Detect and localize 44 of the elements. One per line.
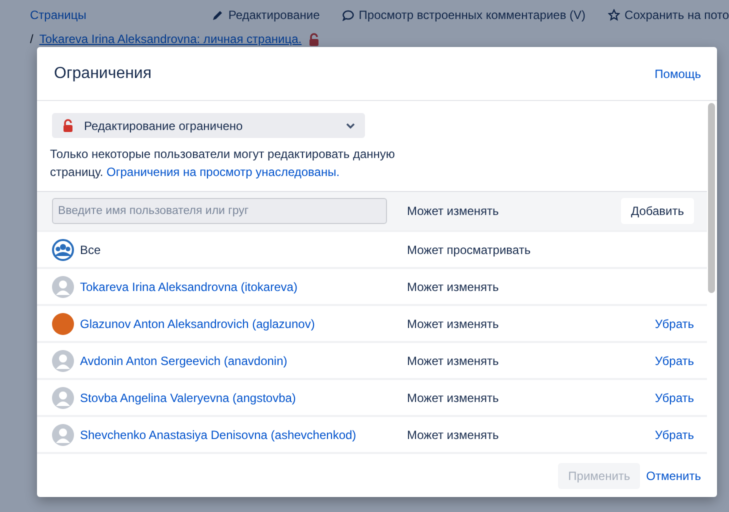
restriction-description: Только некоторые пользователи могут редактировать данную страницу. Ограничения на просмотр унаследованы. bbox=[50, 146, 396, 181]
permission-label[interactable]: Может изменять bbox=[407, 390, 655, 404]
user-avatar-icon bbox=[52, 386, 74, 408]
remove-link[interactable]: Убрать bbox=[654, 316, 694, 330]
user-name: Все bbox=[80, 242, 101, 256]
user-name[interactable]: Glazunov Anton Aleksandrovich (aglazunov) bbox=[80, 316, 315, 330]
breadcrumb-link[interactable]: Tokareva Irina Aleksandrovna: личная страница. bbox=[39, 32, 302, 46]
restriction-dropdown[interactable]: Редактирование ограничено bbox=[52, 113, 365, 138]
photo-placeholder bbox=[52, 312, 74, 334]
user-avatar-icon bbox=[52, 424, 74, 446]
toolbar-link[interactable]: Сохранить на пото bbox=[624, 8, 729, 22]
user-name[interactable]: Shevchenko Anastasiya Denisovna (ashevchenkod) bbox=[80, 428, 356, 442]
user-name[interactable]: Avdonin Anton Sergeevich (anavdonin) bbox=[80, 354, 288, 368]
user-avatar-icon bbox=[52, 276, 74, 298]
inherited-restrictions-link[interactable]: Ограничения на просмотр унаследованы. bbox=[106, 165, 340, 179]
group-avatar-icon bbox=[52, 238, 74, 260]
pencil-icon bbox=[212, 10, 224, 20]
speech-bubble-icon bbox=[342, 10, 354, 20]
user-avatar-icon bbox=[52, 350, 74, 372]
dialog-title: Ограничения bbox=[54, 64, 152, 82]
permission-label[interactable]: Может изменять bbox=[407, 354, 655, 368]
user-search-field[interactable]: Введите имя пользователя или груг bbox=[52, 198, 387, 224]
cancel-link[interactable]: Отменить bbox=[646, 469, 701, 483]
toolbar-link[interactable]: Редактирование bbox=[228, 8, 320, 22]
permission-label[interactable]: Может изменять bbox=[407, 428, 655, 442]
chevron-down-icon bbox=[346, 122, 355, 128]
help-link[interactable]: Помощь bbox=[654, 66, 701, 80]
padlock-icon bbox=[308, 32, 320, 46]
user-name[interactable]: Tokareva Irina Aleksandrovna (itokareva) bbox=[80, 280, 298, 294]
star-icon bbox=[608, 9, 620, 21]
add-button[interactable]: Добавить bbox=[620, 198, 694, 224]
breadcrumb-separator: / bbox=[30, 32, 34, 46]
permission-label[interactable]: Может изменять bbox=[407, 204, 621, 218]
remove-link[interactable]: Убрать bbox=[654, 354, 694, 368]
toolbar-link[interactable]: Просмотр встроенных комментариев (V) bbox=[358, 8, 586, 22]
scrollbar-thumb[interactable] bbox=[708, 103, 715, 293]
user-name[interactable]: Stovba Angelina Valeryevna (angstovba) bbox=[80, 390, 296, 404]
pages-link[interactable]: Страницы bbox=[30, 8, 86, 22]
permission-label[interactable]: Может просматривать bbox=[407, 242, 694, 256]
padlock-icon bbox=[62, 119, 74, 132]
permission-label[interactable]: Может изменять bbox=[407, 280, 694, 294]
permission-label[interactable]: Может изменять bbox=[407, 316, 655, 330]
remove-link[interactable]: Убрать bbox=[654, 390, 694, 404]
remove-link[interactable]: Убрать bbox=[654, 428, 694, 442]
